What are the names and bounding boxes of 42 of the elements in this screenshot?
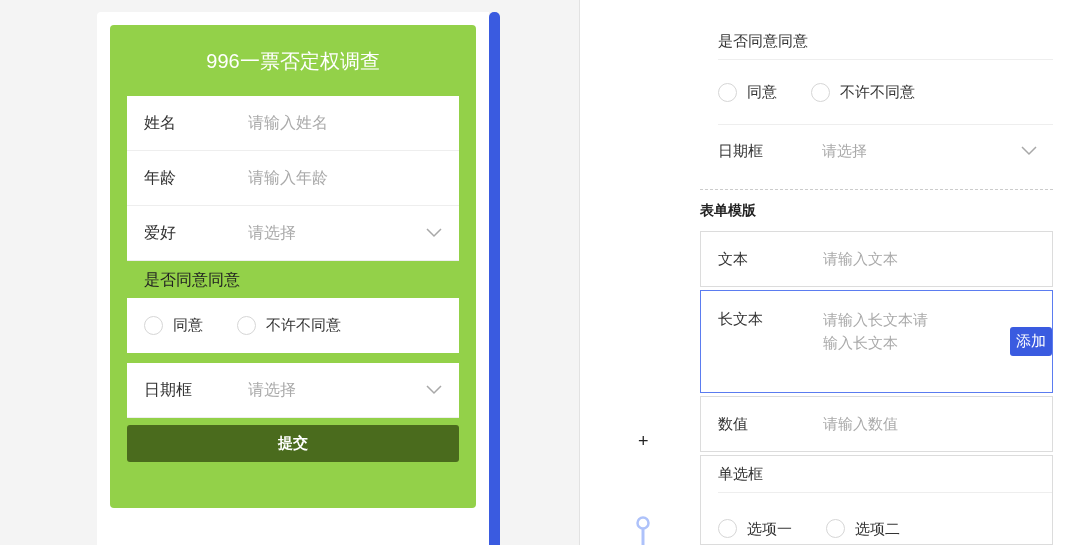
field-label: 长文本 bbox=[718, 309, 764, 329]
form-field[interactable]: 爱好 请选择 bbox=[127, 206, 459, 261]
form-field[interactable]: 年龄 请输入年龄 bbox=[127, 151, 459, 206]
field-label: 是否同意同意 bbox=[143, 269, 241, 290]
select-field[interactable]: 请选择 bbox=[822, 140, 1021, 163]
submit-button[interactable]: 提交 bbox=[127, 425, 459, 462]
template-card[interactable]: 单选框 选项一 选项二 bbox=[700, 455, 1053, 545]
placeholder-text: 请输入文本 bbox=[823, 248, 898, 269]
radio-label: 同意 bbox=[173, 315, 203, 336]
add-symbol[interactable]: + bbox=[638, 428, 649, 455]
chevron-down-icon bbox=[1021, 146, 1037, 157]
form-field[interactable]: 姓名 请输入姓名 bbox=[127, 96, 459, 151]
radio-label: 同意 bbox=[747, 81, 777, 102]
field-label: 日期框 bbox=[718, 141, 764, 162]
section-title: 表单模版 bbox=[700, 200, 757, 220]
chevron-down-icon bbox=[426, 385, 442, 395]
field-label: 日期框 bbox=[144, 380, 193, 400]
input-field[interactable]: 请输入年龄 bbox=[248, 166, 442, 190]
field-label: 单选框 bbox=[718, 456, 1052, 493]
field-label: 姓名 bbox=[144, 113, 177, 133]
field-label: 文本 bbox=[718, 248, 749, 269]
template-card[interactable]: 长文本 请输入长文本请输入长文本 添加 bbox=[700, 290, 1053, 393]
connector-handle-icon[interactable] bbox=[636, 516, 650, 545]
field-label: 年龄 bbox=[144, 168, 177, 188]
radio-label: 选项二 bbox=[855, 518, 900, 539]
form-title: 996一票否定权调查 bbox=[205, 48, 381, 74]
field-label: 是否同意同意 bbox=[718, 24, 1053, 60]
placeholder-text: 请输入长文本请输入长文本 bbox=[823, 310, 929, 353]
form-field[interactable]: 日期框 请选择 bbox=[127, 363, 459, 418]
template-card[interactable]: 文本 请输入文本 bbox=[700, 231, 1053, 287]
template-card[interactable]: 数值 请输入数值 bbox=[700, 396, 1053, 452]
add-button[interactable]: 添加 bbox=[1010, 327, 1052, 356]
select-field[interactable]: 请选择 bbox=[248, 378, 426, 402]
field-label: 数值 bbox=[718, 413, 749, 434]
field-label: 爱好 bbox=[144, 223, 177, 243]
radio-label: 不许不同意 bbox=[266, 315, 341, 336]
select-field[interactable]: 请选择 bbox=[248, 221, 426, 245]
chevron-down-icon bbox=[426, 228, 442, 238]
radio-label: 不许不同意 bbox=[840, 81, 915, 102]
placeholder-text: 请输入数值 bbox=[823, 413, 898, 434]
input-field[interactable]: 请输入姓名 bbox=[248, 111, 442, 135]
radio-label: 选项一 bbox=[747, 518, 792, 539]
